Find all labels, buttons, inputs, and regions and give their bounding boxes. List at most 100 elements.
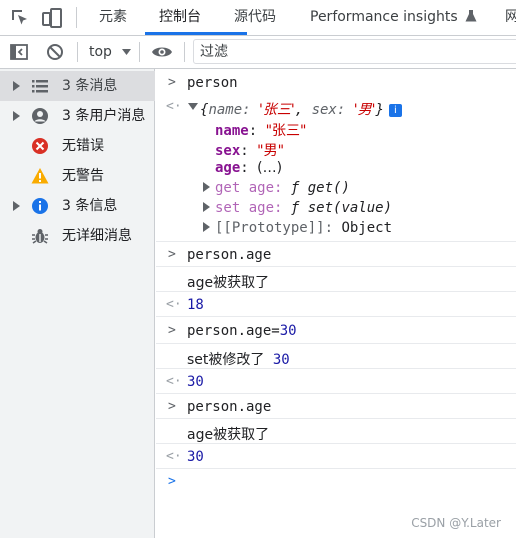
console-log-message: age被获取了 — [187, 275, 270, 291]
console-log-entry: age被获取了 — [156, 419, 516, 444]
inspect-element-icon[interactable] — [9, 7, 31, 29]
property-value: "张三" — [265, 123, 307, 139]
prototype-key: [[Prototype]]: — [215, 220, 334, 236]
expand-arrow-icon — [13, 201, 20, 211]
info-badge-icon[interactable]: i — [388, 103, 402, 117]
setter-key: set age: — [215, 200, 283, 216]
input-prompt-icon: > — [168, 247, 176, 262]
result-arrow-icon: <· — [166, 297, 182, 312]
toolbar-divider — [184, 42, 185, 62]
tab-performance-insights-label: Performance insights — [310, 9, 458, 25]
sidebar-item-label: 无警告 — [62, 168, 104, 184]
console-log-entry: age被获取了 — [156, 267, 516, 292]
console-result-entry: <· 30 — [156, 369, 516, 394]
sidebar-item-label: 3 条消息 — [62, 78, 118, 94]
console-result-entry: <· 18 — [156, 292, 516, 317]
getter-fn: ƒ get() — [290, 180, 350, 196]
warning-icon — [31, 168, 49, 184]
sidebar-item-info[interactable]: 3 条信息 — [0, 191, 155, 221]
console-input: person.age — [187, 247, 272, 263]
console-entry-input: > person.age — [156, 242, 516, 267]
property-age-row: age: (…) — [215, 160, 283, 176]
watermark: CSDN @Y.Later — [411, 516, 501, 530]
prototype-row[interactable]: [[Prototype]]: Object — [215, 220, 392, 236]
console-toolbar: top — [0, 36, 516, 69]
console-input: person — [187, 75, 238, 91]
sidebar-item-label: 无详细消息 — [62, 228, 132, 244]
sidebar-item-warnings[interactable]: 无警告 — [0, 161, 155, 191]
setter-fn: ƒ set(value) — [290, 200, 393, 216]
live-expression-eye-icon[interactable] — [151, 43, 173, 61]
info-icon — [32, 198, 48, 214]
sidebar-item-label: 3 条用户消息 — [62, 108, 146, 124]
expand-arrow-icon[interactable] — [203, 222, 210, 232]
console-input-expr: person.age= — [187, 323, 280, 339]
user-icon — [32, 108, 48, 124]
prototype-value: Object — [341, 220, 393, 236]
prompt-caret-icon: > — [168, 474, 176, 489]
clear-console-icon[interactable] — [45, 42, 65, 62]
input-prompt-icon: > — [168, 323, 176, 338]
preview-key-sex: sex — [311, 102, 337, 118]
tab-network[interactable]: 网 — [505, 0, 516, 35]
sidebar-item-label: 3 条信息 — [62, 198, 118, 214]
active-tab-indicator — [145, 32, 247, 35]
sidebar-toggle-icon[interactable] — [9, 42, 29, 62]
error-icon — [32, 138, 48, 154]
sidebar-item-verbose[interactable]: 无详细消息 — [0, 221, 155, 251]
tab-elements[interactable]: 元素 — [99, 0, 127, 35]
device-toolbar-icon[interactable] — [41, 7, 63, 29]
property-key: sex — [215, 143, 241, 159]
list-icon — [32, 80, 48, 93]
console-result-value: 30 — [187, 449, 204, 465]
property-sex-row: sex: "男" — [215, 143, 285, 159]
preview-key-name: name — [208, 102, 243, 118]
console-entry-input: > person.age — [156, 394, 516, 419]
console-input-number: 30 — [279, 323, 297, 339]
getter-key: get age: — [215, 180, 283, 196]
expand-arrow-icon[interactable] — [203, 182, 210, 192]
filter-input[interactable] — [194, 40, 516, 63]
tab-console[interactable]: 控制台 — [159, 0, 201, 35]
devtools-tab-bar: 元素 控制台 源代码 Performance insights 网 — [0, 0, 516, 36]
expand-arrow-icon[interactable] — [203, 202, 210, 212]
console-output: > person <· {name: '张三', sex: '男'} i name… — [156, 69, 516, 538]
setter-row[interactable]: set age: ƒ set(value) — [215, 200, 392, 216]
object-brace-close: } — [375, 102, 384, 118]
console-log-number: 30 — [272, 352, 290, 368]
console-result-entry: <· 30 — [156, 444, 516, 469]
preview-value-sex: '男' — [353, 102, 376, 118]
expand-arrow-icon[interactable] — [188, 103, 198, 110]
expand-arrow-icon — [13, 81, 20, 91]
console-log-entry: set被修改了 30 — [156, 344, 516, 369]
sidebar-item-messages[interactable]: 3 条消息 — [0, 71, 155, 101]
chevron-down-icon — [122, 49, 132, 55]
sidebar-item-user-messages[interactable]: 3 条用户消息 — [0, 101, 155, 131]
property-value-lazy[interactable]: (…) — [257, 160, 282, 176]
toolbar-divider — [77, 42, 78, 62]
filter-field — [193, 39, 516, 64]
result-arrow-icon: <· — [166, 374, 182, 389]
console-input: person.age=30 — [187, 323, 297, 339]
tab-sources[interactable]: 源代码 — [234, 0, 276, 35]
bug-icon — [32, 229, 48, 244]
toolbar-divider — [139, 42, 140, 62]
tab-performance-insights[interactable]: Performance insights — [310, 0, 477, 35]
toolbar-divider — [76, 7, 77, 28]
context-selector[interactable]: top — [89, 36, 132, 68]
property-key: age — [215, 160, 241, 176]
property-key: name — [215, 123, 249, 139]
property-value: "男" — [257, 143, 285, 159]
object-preview[interactable]: {name: '张三', sex: '男'} i — [200, 99, 402, 119]
getter-row[interactable]: get age: ƒ get() — [215, 180, 350, 196]
console-log-message: set被修改了 30 — [187, 349, 290, 369]
console-sidebar: 3 条消息 3 条用户消息 无错误 无警告 3 条信息 无详细消息 — [0, 69, 155, 538]
console-entry-input: > person.age=30 — [156, 317, 516, 344]
input-prompt-icon: > — [168, 399, 176, 414]
console-log-text: set被修改了 — [187, 352, 265, 368]
context-selector-label: top — [89, 44, 112, 60]
console-result-value: 18 — [187, 297, 204, 313]
property-name-row: name: "张三" — [215, 123, 307, 139]
sidebar-item-errors[interactable]: 无错误 — [0, 131, 155, 161]
console-prompt[interactable]: > — [156, 469, 516, 495]
